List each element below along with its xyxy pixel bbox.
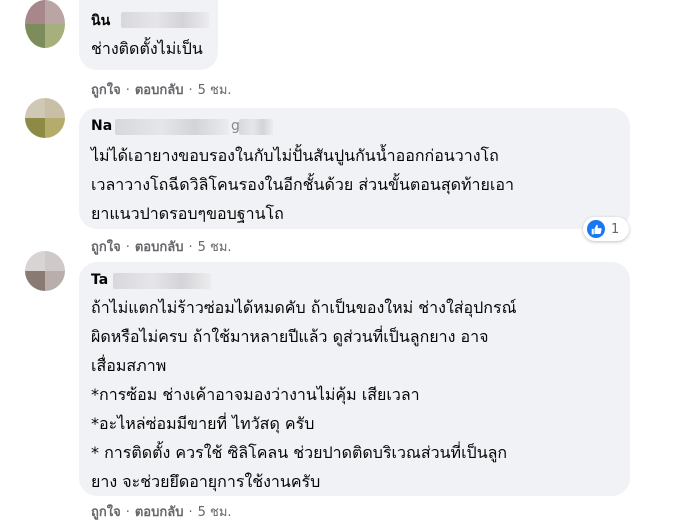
like-link[interactable]: ถูกใจ [91, 240, 121, 255]
redacted-name [115, 119, 229, 135]
avatar[interactable] [25, 0, 65, 48]
redacted-name [239, 119, 273, 135]
comment-text: ไม่ได้เอายางขอบรองในกับไม่ปั้นสันปูนกันน… [91, 146, 514, 223]
comment-bubble: Ta ถ้าไม่แตกไม่ร้าวซ่อมได้หมดคับ ถ้าเป็น… [79, 262, 630, 496]
comment-author[interactable]: Na [91, 118, 112, 134]
timestamp[interactable]: 5 ชม. [198, 505, 232, 520]
reply-link[interactable]: ตอบกลับ [135, 83, 184, 98]
timestamp[interactable]: 5 ชม. [198, 240, 232, 255]
comment-author[interactable]: นิน [91, 10, 110, 32]
redacted-name [113, 273, 211, 289]
thumbs-up-icon [587, 220, 605, 238]
like-link[interactable]: ถูกใจ [91, 505, 121, 520]
comment-text: ถ้าไม่แตกไม่ร้าวซ่อมได้หมดคับ ถ้าเป็นของ… [91, 298, 517, 491]
comment-bubble: Na g ไม่ได้เอายางขอบรองในกับไม่ปั้นสันปู… [79, 108, 630, 229]
comment-actions: ถูกใจ · ตอบกลับ · 5 ชม. [91, 83, 232, 98]
reply-link[interactable]: ตอบกลับ [135, 240, 184, 255]
comment-bubble: นิน ช่างติดตั้งไม่เป็น [79, 0, 218, 70]
timestamp[interactable]: 5 ชม. [198, 83, 232, 98]
comment-actions: ถูกใจ · ตอบกลับ · 5 ชม. [91, 505, 232, 520]
reply-link[interactable]: ตอบกลับ [135, 505, 184, 520]
redacted-name [121, 12, 209, 28]
comment-author[interactable]: Ta [91, 272, 108, 288]
comment-text: ช่างติดตั้งไม่เป็น [91, 39, 203, 58]
avatar[interactable] [25, 98, 65, 138]
comment-actions: ถูกใจ · ตอบกลับ · 5 ชม. [91, 240, 232, 255]
like-link[interactable]: ถูกใจ [91, 83, 121, 98]
avatar[interactable] [25, 251, 65, 291]
reaction-summary[interactable]: 1 [583, 217, 629, 241]
reaction-count: 1 [611, 221, 620, 237]
